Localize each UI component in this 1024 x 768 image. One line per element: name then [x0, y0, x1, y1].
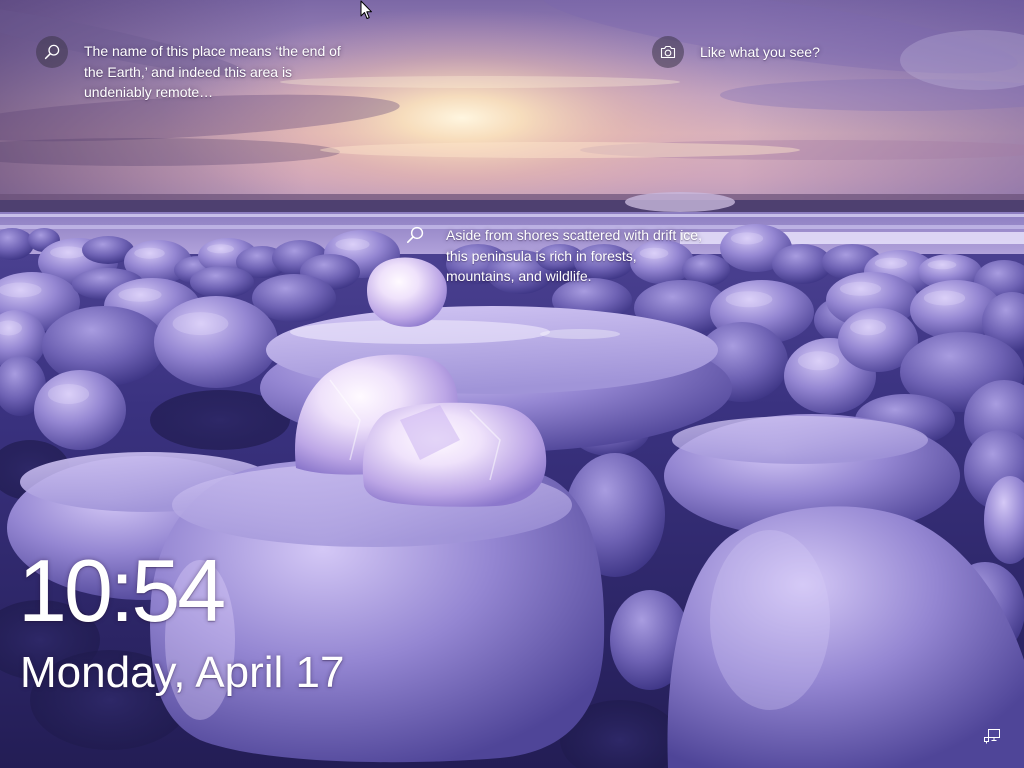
- wave-foam: [0, 214, 1024, 217]
- ice-chunk: [190, 266, 254, 298]
- feedback-label[interactable]: Like what you see?: [700, 42, 820, 63]
- ice-highlight: [118, 287, 162, 302]
- wave-spray: [625, 192, 735, 212]
- mouse-pointer-icon: [360, 0, 373, 21]
- clock-time: 10:54: [18, 541, 226, 640]
- ice-reflection: [540, 329, 620, 339]
- camera-icon-glyph: [660, 45, 676, 59]
- ice-highlight: [927, 260, 957, 270]
- spotlight-map-text[interactable]: Aside from shores scattered with drift i…: [446, 225, 702, 287]
- ice-highlight: [50, 246, 86, 259]
- ice-highlight: [797, 351, 840, 371]
- ice-reflection: [710, 530, 830, 710]
- ice-highlight: [0, 282, 42, 298]
- ice-highlight: [839, 281, 882, 296]
- cloud-glow: [320, 142, 800, 158]
- ice-highlight: [335, 238, 370, 251]
- text-line: Aside from shores scattered with drift i…: [446, 227, 702, 243]
- text-line: The name of this place means ‘the end of: [84, 43, 341, 59]
- spotlight-map-hotspot[interactable]: Aside from shores scattered with drift i…: [404, 224, 724, 288]
- ice-slab-top: [672, 416, 928, 464]
- camera-icon[interactable]: [652, 36, 684, 68]
- ice-highlight: [923, 290, 966, 306]
- ice-chunk: [34, 370, 126, 450]
- ice-highlight: [730, 232, 764, 245]
- clock-date: Monday, April 17: [20, 648, 345, 697]
- ice-highlight: [134, 247, 165, 259]
- spotlight-feedback-button[interactable]: Like what you see?: [652, 36, 832, 68]
- search-icon[interactable]: [406, 226, 424, 244]
- ice-highlight: [874, 257, 908, 269]
- ice-highlight: [47, 384, 90, 404]
- text-line: this peninsula is rich in forests,: [446, 247, 637, 264]
- text-line: the Earth,’ and indeed this area is: [84, 63, 293, 80]
- ice-chunk: [154, 296, 278, 388]
- search-icon-glyph: [44, 44, 60, 60]
- network-icon-glyph: [984, 729, 1000, 744]
- distant-surf: [0, 200, 1024, 214]
- spotlight-title-hotspot[interactable]: The name of this place means ‘the end of…: [36, 36, 366, 102]
- clear-ice-cube: [362, 402, 547, 507]
- ice-highlight: [850, 319, 886, 336]
- ice-highlight: [207, 244, 234, 254]
- mouse-pointer-glyph: [360, 0, 372, 19]
- spotlight-title-text[interactable]: The name of this place means ‘the end of…: [84, 41, 341, 103]
- ice-highlight: [172, 312, 229, 336]
- lock-screen[interactable]: The name of this place means ‘the end of…: [0, 0, 1024, 768]
- text-line: mountains, and wildlife.: [446, 268, 592, 284]
- text-line: undeniably remote…: [84, 84, 214, 100]
- search-icon-glyph: [406, 226, 424, 244]
- network-icon[interactable]: [983, 728, 1001, 744]
- search-icon[interactable]: [36, 36, 68, 68]
- ice-highlight: [725, 291, 773, 308]
